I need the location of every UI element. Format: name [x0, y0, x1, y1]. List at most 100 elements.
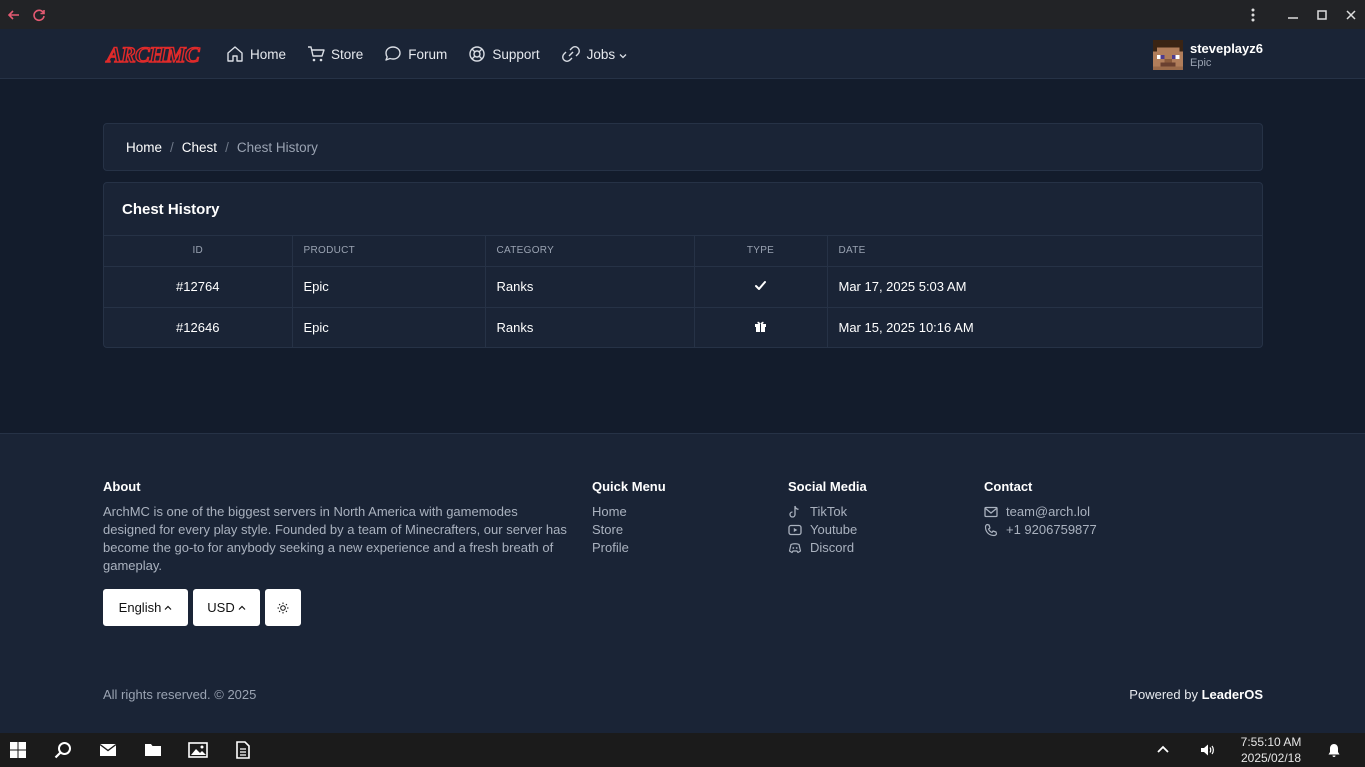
notifications-button[interactable] [1322, 738, 1346, 762]
site-header: ARCHMC Home Store Forum Support Jobs ste… [0, 29, 1365, 79]
home-icon [227, 46, 243, 62]
start-button[interactable] [6, 738, 30, 762]
currency-selector[interactable]: USD [193, 589, 260, 626]
nav-jobs[interactable]: Jobs [561, 45, 629, 63]
reload-button[interactable] [29, 5, 49, 25]
nav-forum[interactable]: Forum [384, 45, 447, 63]
breadcrumb-chest[interactable]: Chest [182, 140, 217, 155]
footer-contact-title: Contact [984, 479, 1033, 494]
footer-link-tiktok[interactable]: TikTok [788, 503, 867, 521]
taskbar-photos-button[interactable] [186, 738, 210, 762]
footer-about-title: About [103, 479, 141, 494]
taskbar-files-button[interactable] [141, 738, 165, 762]
footer-contact-phone[interactable]: +1 9206759877 [984, 521, 1097, 539]
taskbar-mail-button[interactable] [96, 738, 120, 762]
check-icon [755, 280, 766, 290]
footer-link-tiktok-label: TikTok [810, 504, 848, 519]
row-category: Ranks [485, 266, 695, 308]
site-footer: About ArchMC is one of the biggest serve… [0, 433, 1365, 733]
row-product: Epic [292, 307, 486, 347]
tray-expand-button[interactable] [1151, 738, 1175, 762]
browser-toolbar [0, 0, 1365, 29]
footer-link-youtube-label: Youtube [810, 522, 858, 537]
mail-icon [984, 506, 998, 518]
footer-link-discord[interactable]: Discord [788, 539, 867, 557]
avatar [1153, 40, 1183, 70]
footer-link-store[interactable]: Store [592, 521, 666, 539]
footer-settings: English USD [103, 589, 306, 626]
volume-icon [1201, 744, 1214, 756]
user-info: steveplayz6 Epic [1190, 41, 1263, 70]
volume-button[interactable] [1196, 738, 1220, 762]
chest-history-table: ID PRODUCT CATEGORY TYPE DATE #12764 Epi… [104, 236, 1262, 347]
link-icon [561, 46, 580, 62]
back-button[interactable] [4, 5, 24, 25]
nav-support-label: Support [492, 46, 540, 62]
lifebuoy-icon [469, 46, 486, 62]
taskbar-search-button[interactable] [51, 738, 75, 762]
taskbar-clock[interactable]: 7:55:10 AM 2025/02/18 [1231, 734, 1311, 766]
breadcrumb-home[interactable]: Home [126, 140, 162, 155]
search-icon [54, 742, 71, 759]
column-product: PRODUCT [292, 236, 486, 267]
archmc-logo[interactable]: ARCHMC [103, 41, 203, 68]
row-date: Mar 15, 2025 10:16 AM [838, 320, 974, 336]
nav-store-label: Store [331, 46, 364, 62]
footer-contact-phone-label: +1 9206759877 [1006, 522, 1097, 537]
footer-link-home[interactable]: Home [592, 503, 666, 521]
currency-label: USD [207, 600, 235, 615]
nav-store[interactable]: Store [307, 45, 363, 63]
nav-home-label: Home [250, 46, 287, 62]
maximize-button[interactable] [1307, 0, 1336, 29]
footer-link-discord-label: Discord [810, 540, 855, 555]
row-product: Epic [292, 266, 486, 308]
mail-icon [99, 743, 117, 756]
document-icon [236, 741, 250, 759]
clock-time: 7:55:10 AM [1240, 735, 1302, 749]
footer-about: About ArchMC is one of the biggest serve… [103, 479, 573, 575]
table-row: #12764 Epic Ranks Mar 17, 2025 5:03 AM [104, 266, 1262, 308]
powered-by: Powered by LeaderOS [1129, 687, 1263, 702]
column-id: ID [104, 236, 293, 267]
username: steveplayz6 [1190, 40, 1263, 56]
gift-icon [755, 321, 766, 332]
row-category: Ranks [485, 307, 695, 347]
chat-icon [385, 46, 401, 61]
footer-link-profile[interactable]: Profile [592, 539, 666, 557]
column-date: DATE [827, 236, 1262, 267]
language-selector[interactable]: English [103, 589, 188, 626]
footer-quick-menu-title: Quick Menu [592, 479, 666, 494]
breadcrumb-separator: / [225, 139, 229, 155]
reload-icon [33, 8, 45, 21]
row-type [694, 307, 828, 347]
user-menu[interactable]: steveplayz6 Epic [1153, 40, 1263, 70]
chevron-down-icon [619, 53, 627, 58]
theme-toggle-button[interactable] [265, 589, 301, 626]
powered-brand[interactable]: LeaderOS [1202, 687, 1263, 702]
nav-home[interactable]: Home [226, 45, 286, 63]
column-category: CATEGORY [485, 236, 695, 267]
clock-date: 2025/02/18 [1240, 751, 1302, 765]
language-label: English [118, 600, 162, 615]
browser-menu-button[interactable] [1238, 0, 1267, 29]
footer-quick-menu: Quick Menu Home Store Profile [592, 479, 666, 557]
discord-icon [788, 543, 802, 554]
footer-link-youtube[interactable]: Youtube [788, 521, 867, 539]
chevron-up-icon [1157, 745, 1169, 753]
close-button[interactable] [1336, 0, 1365, 29]
footer-contact: Contact team@arch.lol +1 9206759877 [984, 479, 1097, 539]
page-title: Chest History [104, 183, 1262, 236]
nav-support[interactable]: Support [468, 45, 540, 63]
footer-contact-email-label: team@arch.lol [1006, 504, 1091, 519]
column-type: TYPE [694, 236, 828, 267]
sun-icon [277, 602, 289, 613]
bell-icon [1328, 743, 1340, 757]
minimize-button[interactable] [1278, 0, 1307, 29]
main-nav: Home Store Forum Support Jobs [226, 29, 649, 79]
maximize-icon [1316, 9, 1327, 20]
chevron-up-icon [164, 605, 172, 610]
folder-icon [145, 744, 161, 756]
taskbar-document-button[interactable] [231, 738, 255, 762]
footer-contact-email[interactable]: team@arch.lol [984, 503, 1097, 521]
nav-jobs-label: Jobs [586, 46, 616, 62]
